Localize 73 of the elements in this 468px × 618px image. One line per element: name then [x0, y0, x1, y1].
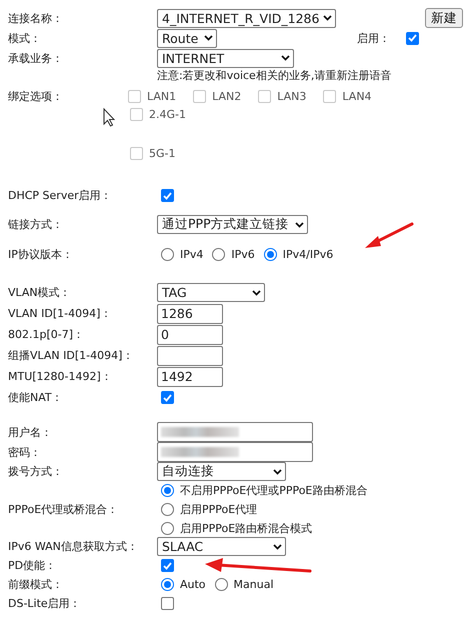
field-label: 密码： [8, 444, 42, 460]
option-label: LAN3 [277, 90, 306, 102]
text-field[interactable] [157, 346, 223, 366]
field-label: 拨号方式： [8, 464, 64, 479]
radio-button[interactable] [161, 522, 174, 534]
radio-option[interactable]: 启用PPPoE代理 [161, 502, 368, 516]
note-text: 注意:若更改和voice相关的业务,请重新注册语音 [157, 68, 392, 83]
option-label: LAN4 [342, 90, 372, 102]
radio-option[interactable]: Manual [214, 578, 274, 591]
radio-button[interactable] [161, 502, 174, 516]
radio-button[interactable] [214, 578, 228, 591]
checkbox[interactable] [161, 189, 174, 202]
text-field[interactable] [157, 422, 313, 442]
radio-button[interactable] [161, 578, 174, 591]
option-label: LAN1 [147, 90, 176, 102]
radio-button[interactable] [161, 484, 174, 496]
checkbox[interactable] [161, 597, 174, 610]
field-label: 前缀模式： [8, 577, 64, 592]
field-label: IP协议版本： [8, 247, 74, 262]
checkbox[interactable] [161, 559, 174, 572]
field-label: VLAN模式： [8, 285, 72, 300]
radio-button[interactable] [161, 248, 174, 261]
chevron-down-icon [281, 55, 290, 61]
annotation-arrow [364, 222, 414, 250]
text-field[interactable]: 1492 [157, 366, 223, 386]
checkbox[interactable] [406, 32, 419, 44]
enable-label: 启用： [357, 30, 390, 46]
field-label: DHCP Server启用： [8, 188, 113, 203]
field-label: VLAN ID[1-4094]： [8, 306, 112, 321]
option-label: 2.4G-1 [149, 108, 186, 121]
chevron-down-icon [204, 35, 213, 41]
chevron-down-icon [252, 290, 261, 296]
chevron-down-icon [323, 15, 332, 21]
checkbox[interactable] [161, 391, 174, 404]
radio-option[interactable]: 不启用PPPoE代理或PPPoE路由桥混合 [161, 482, 368, 498]
dropdown[interactable]: 自动连接 [157, 462, 286, 481]
dropdown[interactable]: INTERNET [157, 48, 294, 68]
chevron-down-icon [295, 222, 304, 228]
field-label: 绑定选项： [8, 88, 64, 104]
field-label: 使能NAT： [8, 390, 64, 405]
field-label: IPv6 WAN信息获取方式： [8, 539, 139, 554]
field-label: 802.1p[0-7]： [8, 327, 86, 342]
dropdown[interactable]: SLAAC [157, 537, 286, 556]
radio-button[interactable] [264, 248, 277, 261]
chevron-down-icon [273, 468, 282, 474]
field-label: 用户名： [8, 424, 53, 440]
option-label: LAN2 [212, 90, 242, 102]
field-label: PPPoE代理或桥混合： [8, 502, 120, 516]
field-label: 承载业务： [8, 50, 64, 66]
field-label: 组播VLAN ID[1-4094]： [8, 348, 134, 363]
radio-option[interactable]: 启用PPPoE路由桥混合模式 [161, 520, 368, 536]
radio-option[interactable]: IPv4 [161, 248, 204, 261]
radio-option[interactable]: Auto [161, 578, 206, 591]
dropdown[interactable]: 4_INTERNET_R_VID_1286 [157, 8, 336, 28]
radio-option[interactable]: IPv4/IPv6 [264, 248, 334, 261]
dropdown[interactable]: 通过PPP方式建立链接 [157, 215, 308, 234]
text-field[interactable] [157, 442, 313, 462]
field-label: 模式： [8, 30, 42, 46]
text-field[interactable]: 1286 [157, 304, 223, 324]
field-label: MTU[1280-1492]： [8, 369, 113, 384]
field-label: 链接方式： [8, 217, 64, 232]
dropdown[interactable]: Route [157, 28, 217, 48]
field-label: 连接名称： [8, 10, 64, 26]
new-button[interactable]: 新建 [425, 8, 463, 28]
field-label: PD使能： [8, 558, 58, 573]
dropdown[interactable]: TAG [157, 283, 265, 302]
option-label: 5G-1 [149, 147, 176, 160]
radio-option[interactable]: IPv6 [212, 248, 255, 261]
chevron-down-icon [273, 544, 282, 550]
text-field[interactable]: 0 [157, 324, 223, 344]
field-label: DS-Lite启用： [8, 596, 82, 611]
radio-button[interactable] [212, 248, 226, 261]
pointer-cursor-icon [103, 108, 114, 127]
